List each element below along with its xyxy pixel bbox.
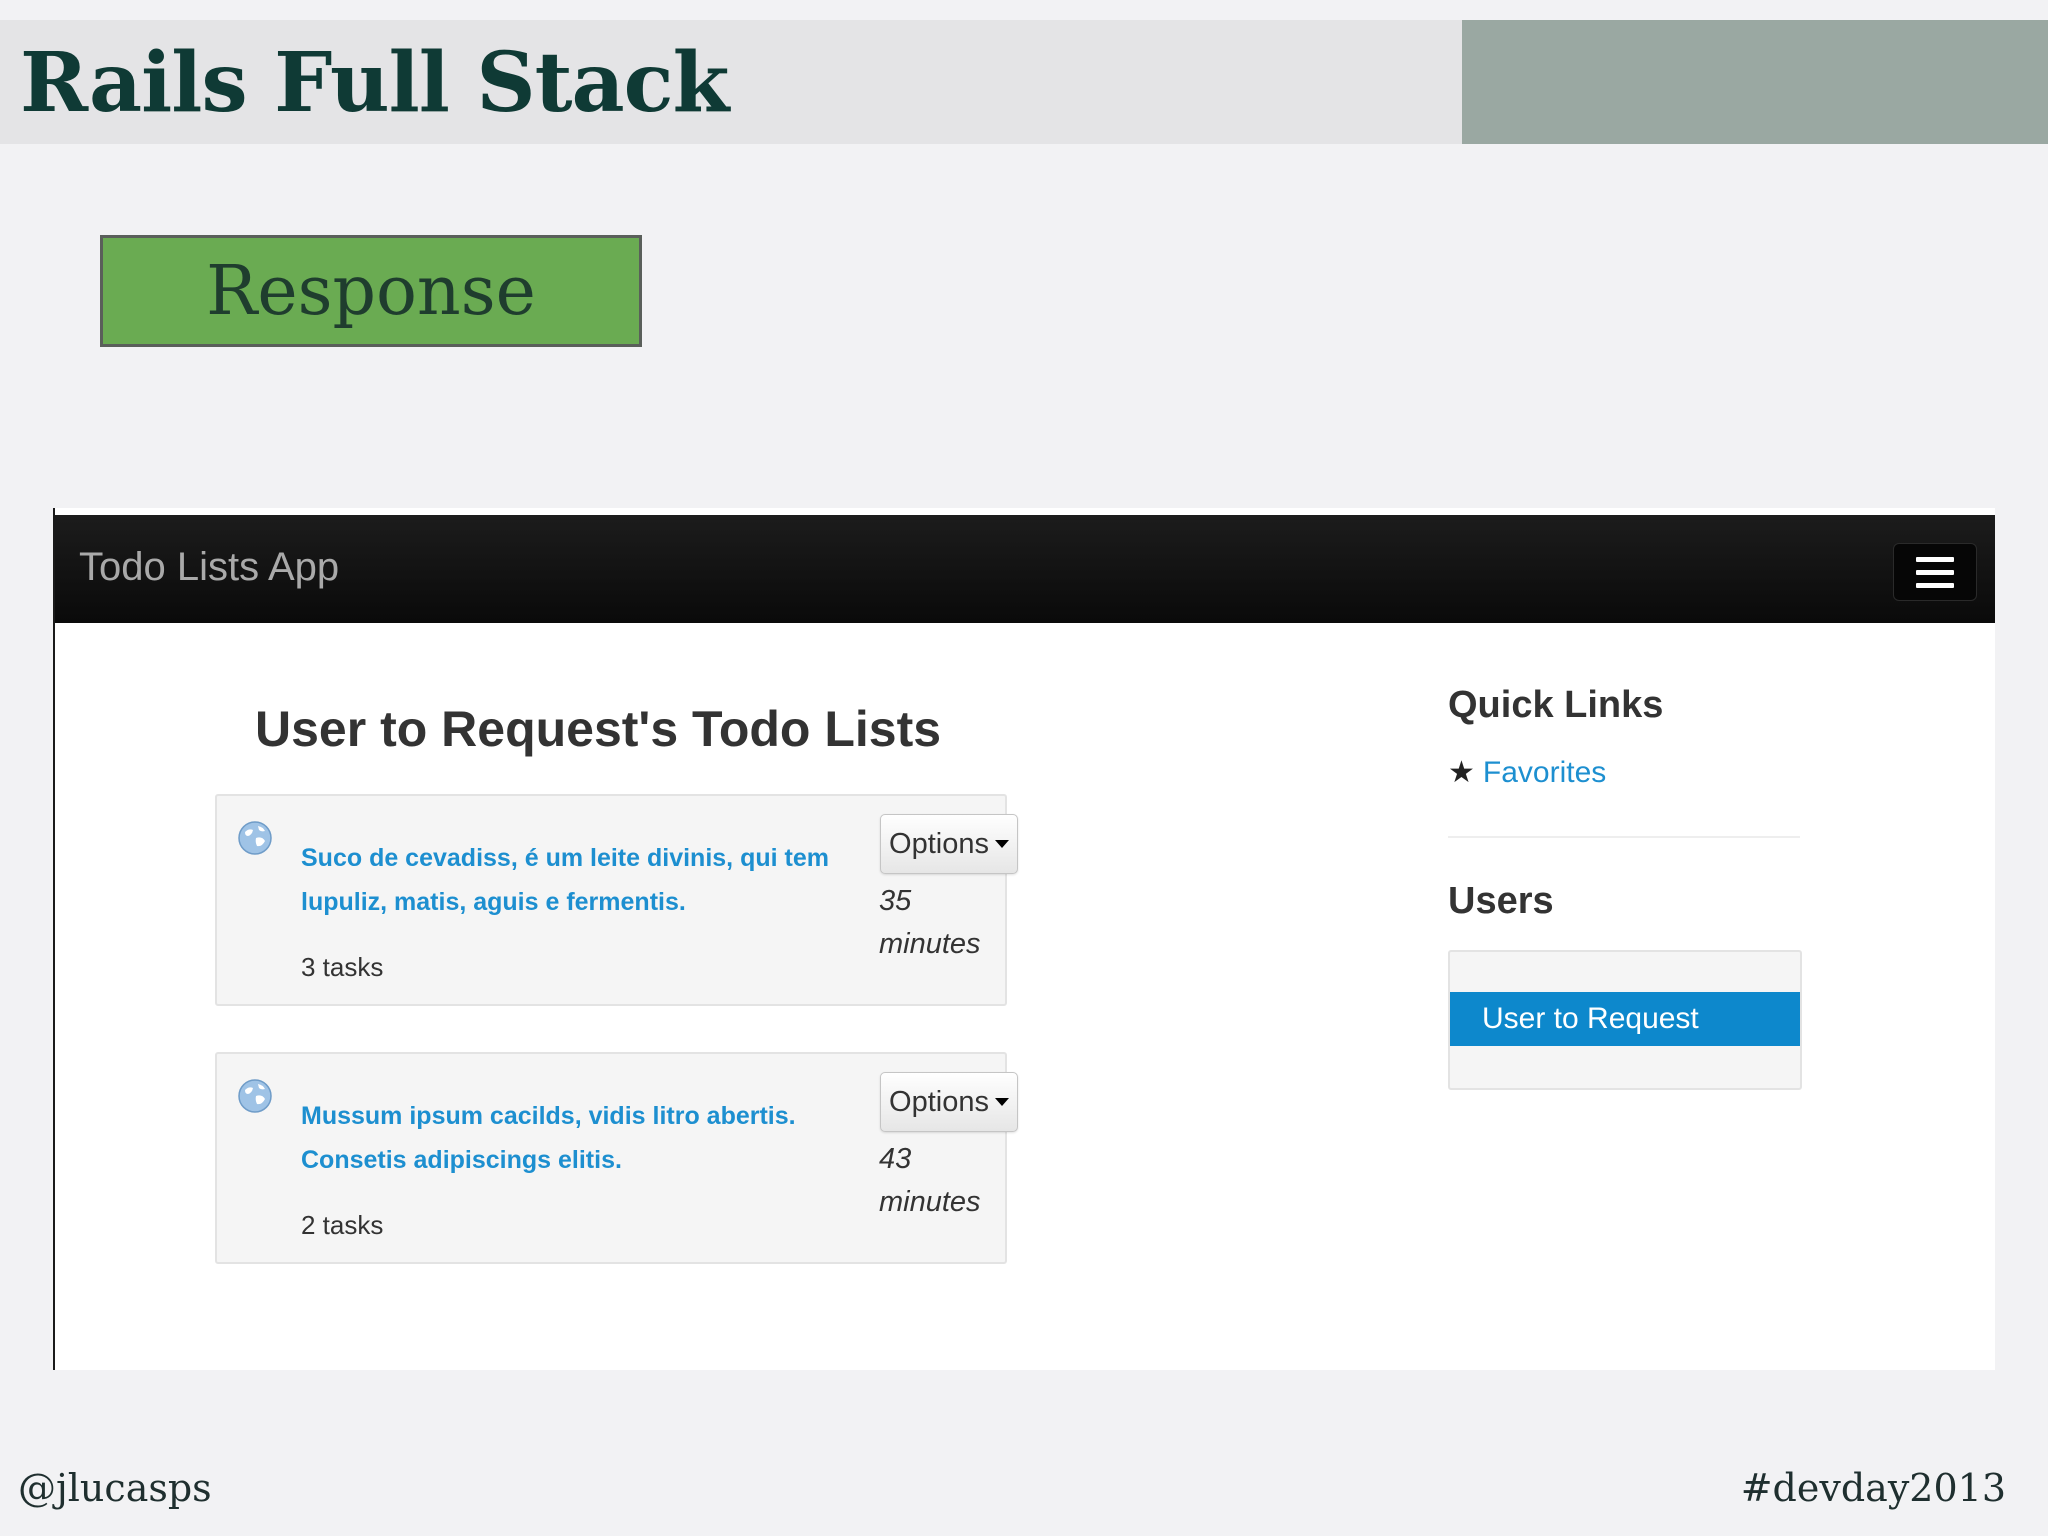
slide-title: Rails Full Stack: [20, 35, 729, 131]
footer-hashtag: #devday2013: [1740, 1466, 2006, 1510]
task-count: 2 tasks: [301, 1210, 384, 1240]
response-label: Response: [206, 251, 536, 331]
time-estimate: 43 minutes: [879, 1138, 999, 1224]
quick-links-heading: Quick Links: [1448, 684, 1664, 726]
todo-list-link[interactable]: Suco de cevadiss, é um leite divinis, qu…: [301, 836, 861, 924]
sidebar-divider: [1448, 836, 1800, 838]
time-unit: minutes: [879, 1186, 981, 1218]
todo-list-card: Mussum ipsum cacilds, vidis litro aberti…: [215, 1052, 1018, 1264]
navbar: Todo Lists App: [55, 515, 1995, 623]
user-list-item-selected[interactable]: User to Request: [1450, 992, 1800, 1046]
favorites-label: Favorites: [1482, 755, 1607, 789]
response-badge: Response: [100, 235, 642, 347]
users-list-panel: User to Request: [1448, 950, 1802, 1090]
hamburger-line: [1916, 569, 1954, 575]
globe-icon: [238, 821, 272, 855]
caret-down-icon: [994, 1098, 1009, 1106]
options-dropdown-button[interactable]: Options: [880, 814, 1018, 874]
hamburger-line: [1916, 582, 1954, 588]
users-heading: Users: [1448, 880, 1554, 922]
app-screenshot: Todo Lists App User to Request's Todo Li…: [53, 508, 1995, 1370]
options-label: Options: [889, 1085, 989, 1118]
todo-list-card: Suco de cevadiss, é um leite divinis, qu…: [215, 794, 1018, 1006]
hamburger-icon[interactable]: [1893, 543, 1977, 601]
page-title: User to Request's Todo Lists: [255, 701, 942, 757]
navbar-brand[interactable]: Todo Lists App: [79, 545, 339, 590]
hamburger-line: [1916, 556, 1954, 562]
time-value: 43: [879, 1143, 912, 1175]
slide-header-accent: [1462, 20, 2048, 144]
star-icon: ★: [1448, 756, 1475, 789]
globe-icon: [238, 1079, 272, 1113]
todo-list-link[interactable]: Mussum ipsum cacilds, vidis litro aberti…: [301, 1094, 861, 1182]
options-label: Options: [889, 827, 989, 860]
favorites-link[interactable]: ★ Favorites: [1448, 755, 1606, 790]
time-value: 35: [879, 885, 912, 917]
time-estimate: 35 minutes: [879, 880, 999, 966]
task-count: 3 tasks: [301, 952, 384, 982]
caret-down-icon: [994, 840, 1009, 848]
options-dropdown-button[interactable]: Options: [880, 1072, 1018, 1132]
footer-twitter-handle: @jlucasps: [18, 1466, 212, 1510]
time-unit: minutes: [879, 928, 981, 960]
